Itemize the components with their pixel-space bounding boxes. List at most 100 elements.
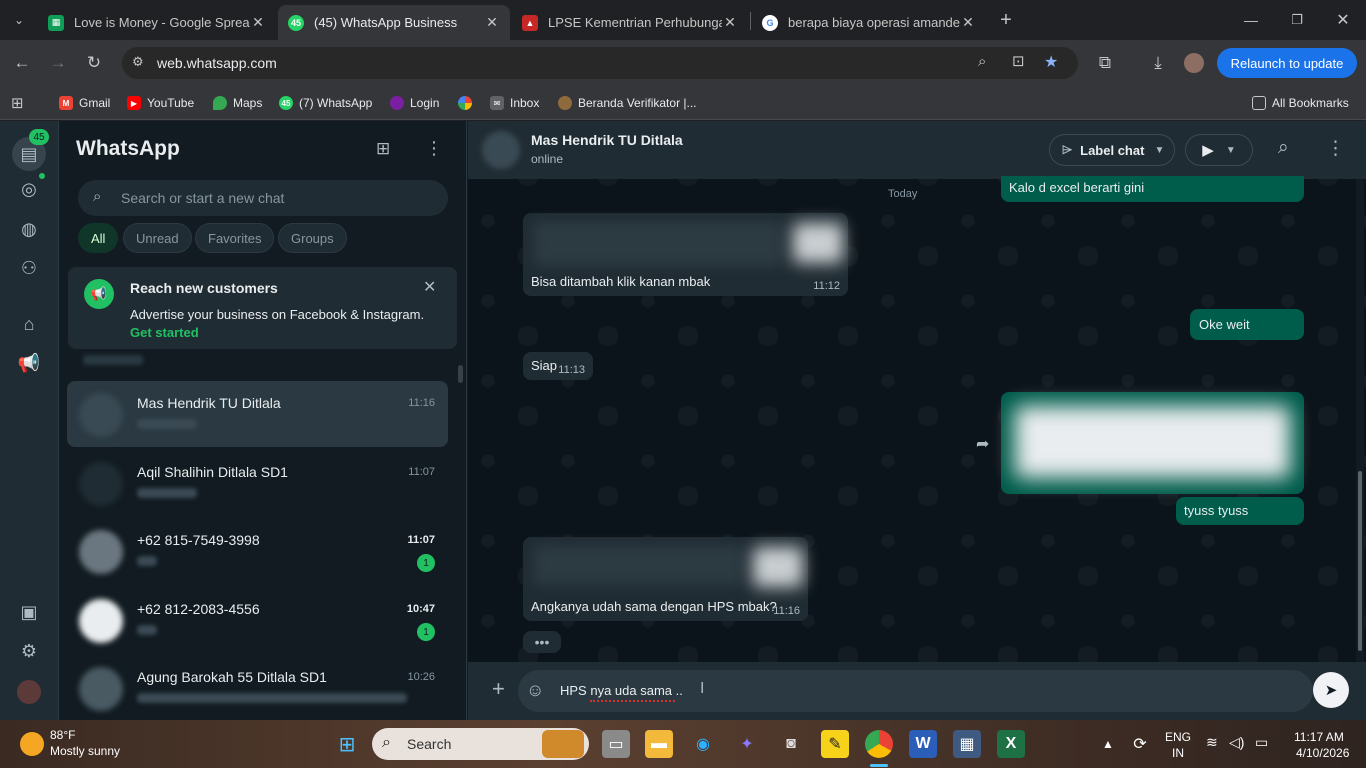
- input-language[interactable]: ENG: [1165, 730, 1191, 744]
- promo-cta-link[interactable]: Get started: [130, 325, 199, 340]
- edge-icon[interactable]: ◉: [689, 730, 717, 758]
- settings-gear-icon[interactable]: ⚙: [17, 639, 41, 663]
- chat-row-mas-hendrik[interactable]: Mas Hendrik TU Ditlala 11:16: [67, 381, 448, 447]
- search-icon[interactable]: ⌕: [1278, 137, 1289, 159]
- message-outgoing[interactable]: Oke weit: [1190, 309, 1304, 340]
- input-region[interactable]: IN: [1172, 746, 1184, 760]
- label-chat-button[interactable]: ⌲ Label chat ▼: [1049, 134, 1175, 166]
- attach-plus-icon[interactable]: +: [492, 676, 505, 702]
- bookmark-gmail[interactable]: M Gmail: [59, 92, 110, 114]
- battery-icon[interactable]: ▭: [1255, 734, 1268, 751]
- windows-start-icon[interactable]: ⊞: [333, 730, 361, 758]
- new-tab-icon[interactable]: +: [992, 0, 1020, 40]
- calculator-icon[interactable]: ▦: [953, 730, 981, 758]
- volume-icon[interactable]: ◁): [1229, 734, 1244, 751]
- reload-icon[interactable]: ↻: [80, 40, 108, 86]
- all-bookmarks[interactable]: All Bookmarks: [1252, 92, 1349, 114]
- send-button[interactable]: ➤: [1313, 672, 1349, 708]
- site-info-icon[interactable]: ⚙: [132, 54, 144, 70]
- filter-groups[interactable]: Groups: [278, 223, 347, 253]
- clock-time[interactable]: 11:17 AM: [1294, 730, 1344, 744]
- excel-icon[interactable]: X: [997, 730, 1025, 758]
- sync-icon[interactable]: ⟳: [1126, 730, 1154, 758]
- weather-desc[interactable]: Mostly sunny: [50, 744, 120, 758]
- communities-icon[interactable]: ⚇: [17, 256, 41, 280]
- filter-favorites[interactable]: Favorites: [195, 223, 275, 253]
- download-icon[interactable]: ⤓: [1144, 40, 1172, 86]
- tab-search-chevron-icon[interactable]: ⌄: [6, 0, 32, 40]
- bookmark-login[interactable]: Login: [390, 92, 439, 114]
- profile-avatar[interactable]: [17, 680, 41, 704]
- bookmark-youtube[interactable]: ▶ YouTube: [127, 92, 194, 114]
- restore-icon[interactable]: ❐: [1283, 0, 1311, 40]
- relaunch-button[interactable]: Relaunch to update: [1217, 48, 1357, 78]
- minimize-icon[interactable]: —: [1237, 0, 1265, 40]
- clock-date[interactable]: 4/10/2026: [1296, 746, 1349, 760]
- bookmark-verifikator[interactable]: Beranda Verifikator |...: [558, 92, 697, 114]
- bookmark-star-icon[interactable]: ★: [1044, 52, 1058, 72]
- message-incoming[interactable]: Bisa ditambah klik kanan mbak 11:12: [523, 213, 848, 296]
- sticky-notes-icon[interactable]: ✎: [821, 730, 849, 758]
- scrollbar-thumb[interactable]: [458, 365, 463, 383]
- bookmark-whatsapp[interactable]: 45 (7) WhatsApp: [279, 92, 372, 114]
- bookmark-maps[interactable]: Maps: [213, 92, 262, 114]
- back-icon[interactable]: ←: [8, 40, 36, 86]
- install-app-icon[interactable]: ⊡: [1012, 52, 1025, 70]
- message-outgoing-media[interactable]: [1001, 392, 1304, 494]
- close-icon[interactable]: ✕: [960, 14, 976, 31]
- chrome-icon[interactable]: [865, 730, 893, 758]
- search-input[interactable]: ⌕ Search or start a new chat: [78, 180, 448, 216]
- filter-unread[interactable]: Unread: [123, 223, 192, 253]
- weather-temp[interactable]: 88°F: [50, 728, 75, 742]
- tab-lpse[interactable]: ▲ LPSE Kementrian Perhubungan ✕: [512, 5, 748, 40]
- bookmark-photos[interactable]: [458, 92, 478, 114]
- message-input[interactable]: ☺ HPS nya uda sama .. I: [518, 670, 1313, 712]
- tab-whatsapp[interactable]: 45 (45) WhatsApp Business ✕: [278, 5, 510, 40]
- catalog-icon[interactable]: ⌂: [17, 312, 41, 336]
- zoom-icon[interactable]: ⌕: [978, 53, 986, 70]
- close-icon[interactable]: ✕: [250, 14, 266, 31]
- forward-icon[interactable]: →: [44, 40, 72, 86]
- camera-icon[interactable]: ◙: [777, 730, 805, 758]
- close-icon[interactable]: ✕: [722, 14, 738, 31]
- bookmark-inbox[interactable]: ✉ Inbox: [490, 92, 539, 114]
- video-call-button[interactable]: ▶ ▼: [1185, 134, 1253, 166]
- chevron-up-icon[interactable]: ▲: [1094, 730, 1122, 758]
- chat-row-agung[interactable]: Agung Barokah 55 Ditlala SD1 10:26: [67, 655, 448, 721]
- apps-grid-icon[interactable]: ⊞: [11, 92, 24, 114]
- taskbar-search[interactable]: ⌕ Search: [372, 728, 589, 760]
- contact-name[interactable]: Mas Hendrik TU Ditlala: [531, 132, 683, 148]
- task-view-icon[interactable]: ▭: [602, 730, 630, 758]
- extensions-icon[interactable]: ⧉: [1091, 40, 1119, 86]
- ads-icon[interactable]: 📢: [17, 351, 41, 375]
- filter-all[interactable]: All: [78, 223, 119, 253]
- tab-spreadsheet[interactable]: ▦ Love is Money - Google Spread ✕: [38, 5, 276, 40]
- status-icon[interactable]: ◎: [17, 177, 41, 201]
- close-icon[interactable]: ✕: [423, 277, 436, 297]
- new-chat-icon[interactable]: ⊞: [376, 139, 390, 159]
- sticker-emoji-icon[interactable]: ☺: [526, 680, 544, 701]
- profile-avatar[interactable]: [1184, 53, 1204, 73]
- forward-icon[interactable]: ➦: [976, 434, 989, 454]
- message-incoming[interactable]: Siap 11:13: [523, 352, 593, 380]
- message-outgoing[interactable]: tyuss tyuss: [1176, 497, 1304, 525]
- sun-weather-icon[interactable]: [20, 732, 44, 756]
- word-icon[interactable]: W: [909, 730, 937, 758]
- message-incoming[interactable]: Angkanya udah sama dengan HPS mbak? 11:1…: [523, 537, 808, 621]
- channels-icon[interactable]: ◍: [17, 217, 41, 241]
- close-icon[interactable]: ✕: [484, 14, 500, 31]
- message-outgoing[interactable]: Kalo d excel berarti gini: [1001, 176, 1304, 202]
- chat-row-62-815[interactable]: +62 815-7549-3998 11:07 1: [67, 518, 448, 584]
- avatar[interactable]: [482, 131, 520, 169]
- address-bar[interactable]: ⚙ web.whatsapp.com ⌕ ⊡ ★: [122, 47, 1078, 79]
- chat-row-aqil[interactable]: Aqil Shalihin Ditlala SD1 11:07: [67, 450, 448, 516]
- file-explorer-icon[interactable]: ▬: [645, 730, 673, 758]
- chat-row-62-812[interactable]: +62 812-2083-4556 10:47 1: [67, 587, 448, 653]
- media-icon[interactable]: ▣: [17, 600, 41, 624]
- tab-google-search[interactable]: G berapa biaya operasi amandel ✕: [752, 5, 986, 40]
- copilot-icon[interactable]: ✦: [733, 730, 761, 758]
- menu-kebab-icon[interactable]: ⋮: [1326, 137, 1345, 160]
- scrollbar-thumb[interactable]: [1358, 471, 1362, 651]
- window-close-icon[interactable]: ✕: [1329, 0, 1357, 40]
- wifi-icon[interactable]: ≋: [1206, 734, 1218, 751]
